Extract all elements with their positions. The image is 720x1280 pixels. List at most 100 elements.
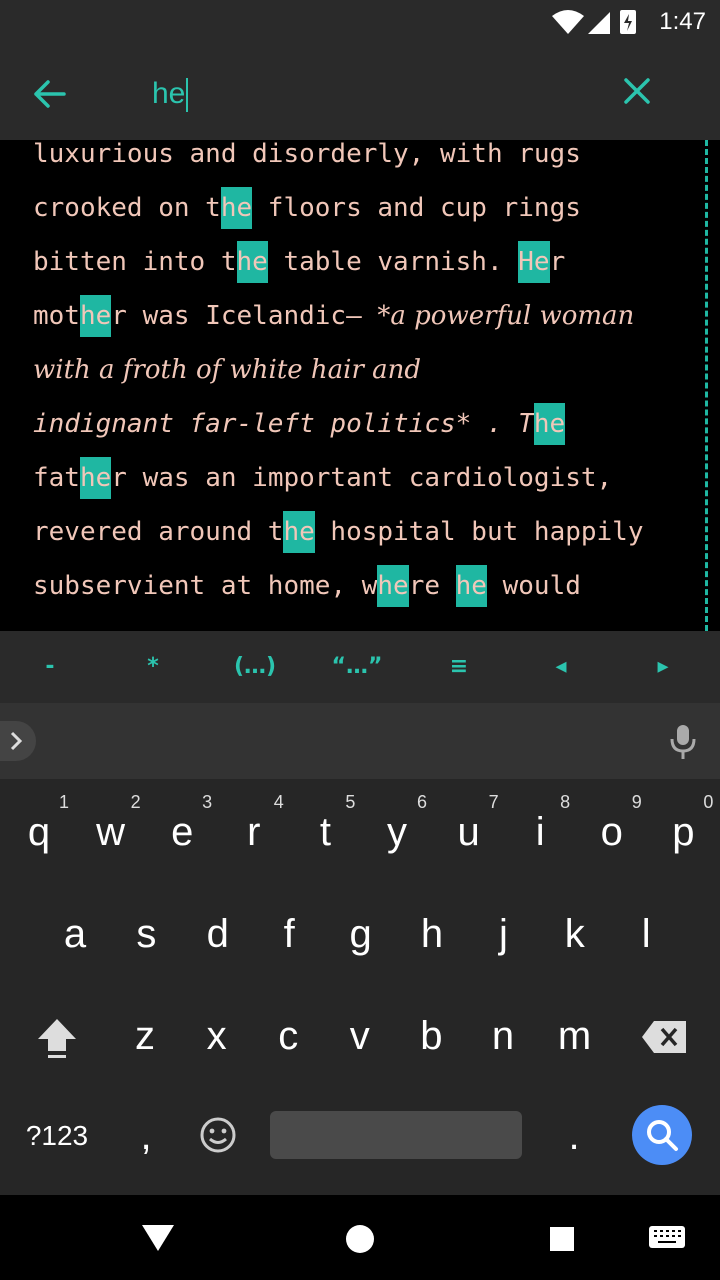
text-editor[interactable]: luxurious and disorderly, with rugs crook… <box>0 140 720 631</box>
keyboard-switch-icon[interactable] <box>648 1223 686 1253</box>
move-right-button[interactable]: ▸ <box>628 649 698 685</box>
editor-line: crooked on the floors and cup rings <box>33 187 581 229</box>
key-j[interactable]: j <box>467 889 539 979</box>
parentheses-button[interactable]: (…) <box>220 649 290 685</box>
text-segment: bitten into t <box>33 247 237 277</box>
search-input[interactable]: he <box>152 72 572 116</box>
key-number-hint: 2 <box>130 792 141 812</box>
list-dash-button[interactable]: - <box>15 649 85 685</box>
text-segment: r was Icelandic– <box>111 301 378 331</box>
key-y[interactable]: y6 <box>361 787 433 877</box>
search-match: he <box>455 565 487 607</box>
key-number-hint: 1 <box>58 792 69 812</box>
signal-icon <box>588 12 610 34</box>
recents-square-icon[interactable] <box>548 1225 576 1253</box>
back-arrow-icon[interactable] <box>26 70 74 118</box>
key-r[interactable]: r4 <box>218 787 290 877</box>
key-w[interactable]: w2 <box>75 787 147 877</box>
search-app-bar: he <box>0 44 720 140</box>
key-u[interactable]: u7 <box>433 787 505 877</box>
shift-icon[interactable] <box>32 1013 82 1063</box>
text-segment: would <box>486 571 581 601</box>
asterisk-button[interactable]: * <box>118 649 188 685</box>
editor-line: mother was Icelandic– *a powerful woman <box>33 295 635 337</box>
text-segment: hospital but happily <box>314 517 644 547</box>
key-label: w <box>96 810 126 854</box>
search-match: he <box>236 241 268 283</box>
key-number-hint: 8 <box>560 792 571 812</box>
search-match: He <box>518 241 550 283</box>
key-q[interactable]: q1 <box>3 787 75 877</box>
key-number-hint: 7 <box>488 792 499 812</box>
microphone-icon[interactable] <box>668 721 698 761</box>
search-match: he <box>220 187 253 229</box>
text-segment: fat <box>33 463 80 493</box>
backspace-icon[interactable] <box>640 1019 688 1055</box>
home-circle-icon[interactable] <box>344 1223 376 1255</box>
text-segment: *a powerful woman <box>377 301 635 331</box>
key-number-hint: 6 <box>416 792 427 812</box>
key-label: p <box>672 810 695 854</box>
system-navigation-bar <box>0 1195 720 1280</box>
key-number-hint: 3 <box>202 792 213 812</box>
key-k[interactable]: k <box>539 889 611 979</box>
key-d[interactable]: d <box>182 889 254 979</box>
editor-line: luxurious and disorderly, with rugs <box>33 140 581 169</box>
text-segment: r <box>549 247 566 277</box>
key-g[interactable]: g <box>325 889 397 979</box>
key-h[interactable]: h <box>396 889 468 979</box>
search-match: he <box>283 511 315 553</box>
editor-line: subservient at home, where he would <box>33 565 581 607</box>
key-i[interactable]: i8 <box>504 787 576 877</box>
close-icon[interactable] <box>612 66 662 116</box>
key-v[interactable]: v <box>324 991 396 1081</box>
emoji-icon[interactable] <box>198 1115 238 1155</box>
period-key[interactable]: . <box>538 1091 610 1181</box>
editor-line: indignant far-left politics* . The <box>33 403 566 445</box>
key-number-hint: 4 <box>273 792 284 812</box>
key-t[interactable]: t5 <box>289 787 361 877</box>
text-segment: re <box>408 571 456 601</box>
soft-keyboard: q1w2e3r4t5y6u7i8o9p0 asdfghjkl zxcvbnm ?… <box>0 703 720 1195</box>
text-segment: floors and cup rings <box>252 193 581 223</box>
key-number-hint: 9 <box>631 792 642 812</box>
status-icons <box>552 10 636 34</box>
comma-key[interactable]: , <box>110 1091 182 1181</box>
key-e[interactable]: e3 <box>146 787 218 877</box>
space-key[interactable] <box>270 1111 522 1159</box>
key-label: y <box>387 810 407 854</box>
key-m[interactable]: m <box>539 991 611 1081</box>
search-match: he <box>533 403 566 445</box>
key-o[interactable]: o9 <box>576 787 648 877</box>
key-s[interactable]: s <box>110 889 182 979</box>
key-z[interactable]: z <box>109 991 181 1081</box>
search-key[interactable] <box>632 1105 692 1165</box>
editor-line: revered around the hospital but happily <box>33 511 644 553</box>
indent-button[interactable]: ≡ <box>424 649 494 685</box>
text-segment: table varnish. <box>267 247 519 277</box>
key-b[interactable]: b <box>395 991 467 1081</box>
expand-suggestions-button[interactable] <box>0 721 36 761</box>
key-n[interactable]: n <box>467 991 539 1081</box>
editor-line: with a froth of white hair and <box>33 355 422 385</box>
editor-line: father was an important cardiologist, <box>33 457 612 499</box>
status-bar: 1:47 <box>0 0 720 44</box>
status-time: 1:47 <box>659 8 706 35</box>
search-icon <box>647 1120 678 1151</box>
wifi-icon <box>552 10 584 34</box>
key-c[interactable]: c <box>252 991 324 1081</box>
key-x[interactable]: x <box>181 991 253 1081</box>
back-triangle-icon[interactable] <box>140 1221 176 1253</box>
key-l[interactable]: l <box>610 889 682 979</box>
markdown-toolbar: - * (…) “…” ≡ ◂ ▸ <box>0 631 720 703</box>
key-a[interactable]: a <box>39 889 111 979</box>
key-f[interactable]: f <box>253 889 325 979</box>
search-match: he <box>79 295 112 337</box>
key-p[interactable]: p0 <box>647 787 719 877</box>
quotes-button[interactable]: “…” <box>322 649 392 685</box>
scroll-indicator[interactable] <box>701 140 708 631</box>
symbols-key[interactable]: ?123 <box>14 1091 100 1181</box>
text-segment: revered around t <box>33 517 284 547</box>
move-left-button[interactable]: ◂ <box>526 649 596 685</box>
search-query: he <box>152 77 186 110</box>
